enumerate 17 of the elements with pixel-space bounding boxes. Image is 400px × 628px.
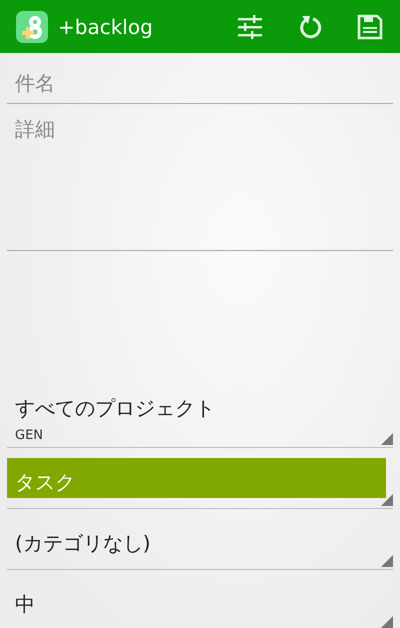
dropdown-spinner[interactable]: すべてのプロジェクト GEN xyxy=(7,393,393,448)
app-title: +backlog xyxy=(58,14,154,38)
dropdown-value: 中 xyxy=(15,590,36,618)
details-field[interactable]: 詳細 xyxy=(7,112,393,251)
dropdown-corner-icon xyxy=(381,555,393,567)
dropdown-value: すべてのプロジェクト xyxy=(15,395,216,422)
dropdown-subtitle: GEN xyxy=(15,428,44,443)
dropdown-value: タスク xyxy=(15,468,76,496)
dropdown-value: (カテゴリなし) xyxy=(15,530,152,556)
dropdown-corner-icon xyxy=(381,494,393,506)
dropdown-spinner[interactable]: (カテゴリなし) xyxy=(7,519,393,570)
sliders-icon xyxy=(236,12,264,40)
dropdown-corner-icon xyxy=(381,433,393,445)
dropdown-corner-icon xyxy=(381,616,393,628)
app-logo-icon xyxy=(16,10,48,42)
subject-field[interactable]: 件名 xyxy=(7,63,393,104)
dropdown-spinner[interactable]: 中 xyxy=(7,580,393,628)
